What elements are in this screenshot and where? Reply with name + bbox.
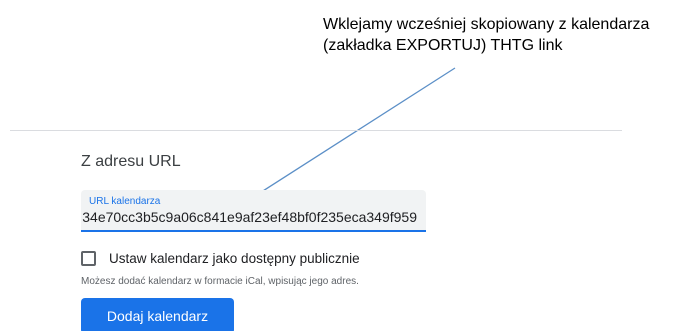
public-calendar-label[interactable]: Ustaw kalendarz jako dostępny publicznie [109,251,360,266]
calendar-url-field[interactable]: URL kalendarza 34e70cc3b5c9a06c841e9af23… [81,190,426,232]
annotation-callout: Wklejamy wcześniej skopiowany z kalendar… [323,14,649,56]
public-calendar-checkbox[interactable] [81,250,96,266]
annotation-line-1: Wklejamy wcześniej skopiowany z kalendar… [323,16,650,33]
calendar-url-input[interactable]: 34e70cc3b5c9a06c841e9af23ef48bf0f235eca3… [82,209,417,225]
field-focus-underline [81,230,426,232]
calendar-url-label: URL kalendarza [89,196,161,207]
public-calendar-option[interactable]: Ustaw kalendarz jako dostępny publicznie [81,248,360,268]
section-title: Z adresu URL [81,153,181,170]
add-calendar-button[interactable]: Dodaj kalendarz [81,298,234,331]
section-divider [10,130,622,131]
ical-helper-text: Możesz dodać kalendarz w formacie iCal, … [81,276,359,287]
annotation-line-2: (zakładka EXPORTUJ) THTG link [323,37,563,54]
